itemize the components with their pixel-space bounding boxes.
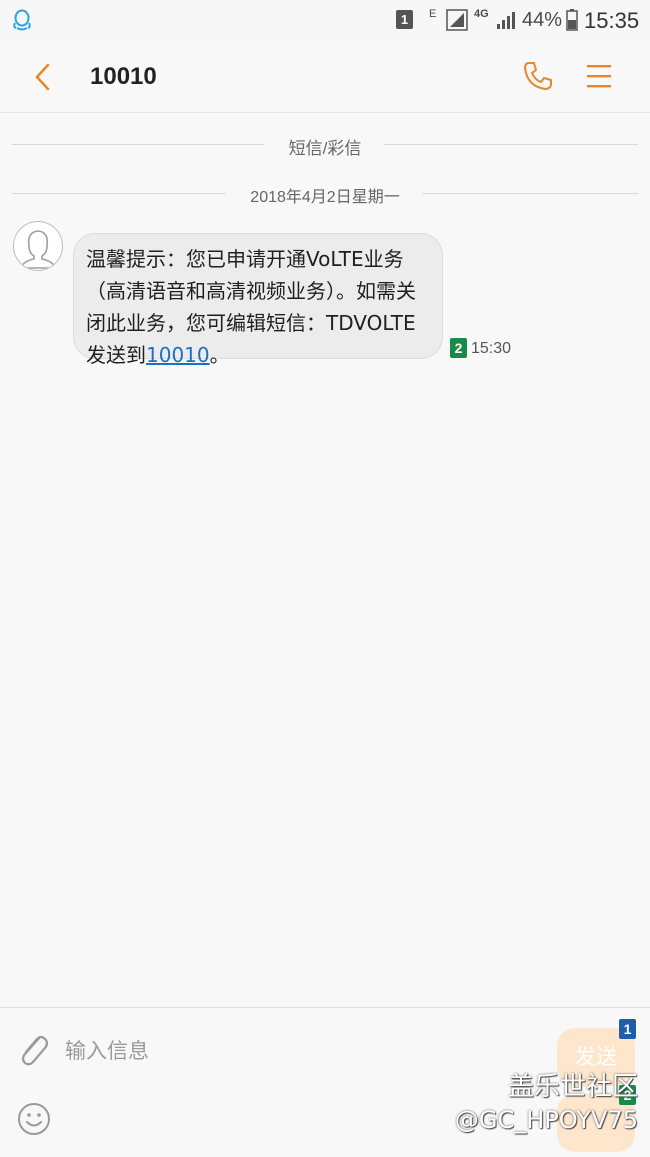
section-label: 短信/彩信 <box>288 139 362 158</box>
phone-icon[interactable] <box>521 59 555 97</box>
contact-title: 10010 <box>90 63 157 90</box>
status-bar: 1 E 4G 44% 15:35 <box>0 0 650 40</box>
battery-icon <box>566 9 578 35</box>
watermark-brand: 盖乐世社区 <box>507 1072 638 1102</box>
sim2-badge: 2 <box>450 338 467 358</box>
network-type-e: E <box>429 8 437 20</box>
section-divider: 短信/彩信 <box>12 134 638 158</box>
battery-percent: 44% <box>522 9 563 31</box>
message-input[interactable] <box>63 1034 487 1068</box>
chevron-left-icon[interactable] <box>32 62 52 96</box>
network-type-4g: 4G <box>474 8 489 20</box>
message-time: 15:30 <box>471 340 512 357</box>
paperclip-icon[interactable] <box>16 1028 50 1072</box>
date-label: 2018年4月2日星期一 <box>250 189 400 206</box>
person-avatar-icon[interactable] <box>13 221 63 271</box>
conversation-header: 10010 <box>0 40 650 113</box>
watermark-user: @GC_HPOYV75 <box>454 1106 638 1134</box>
message-text-end: 。 <box>209 343 230 367</box>
qq-penguin-icon <box>12 9 32 35</box>
send-sim1-badge: 1 <box>619 1019 636 1039</box>
message-text: 温馨提示：您已申请开通VoLTE业务（高清语音和高清视频业务）。如需关闭此业务，… <box>86 247 416 367</box>
sim1-indicator: 1 <box>396 10 413 29</box>
signal-icon-2 <box>496 10 516 34</box>
clock: 15:35 <box>584 8 640 33</box>
phone-number-link[interactable]: 10010 <box>146 343 210 367</box>
menu-icon[interactable] <box>586 62 612 94</box>
message-bubble[interactable]: 温馨提示：您已申请开通VoLTE业务（高清语音和高清视频业务）。如需关闭此业务，… <box>73 233 443 367</box>
emoji-smile-icon[interactable] <box>17 1102 51 1140</box>
signal-icon-1 <box>446 9 468 35</box>
message-meta: 2 15:30 <box>450 338 511 360</box>
date-divider: 2018年4月2日星期一 <box>12 183 638 206</box>
